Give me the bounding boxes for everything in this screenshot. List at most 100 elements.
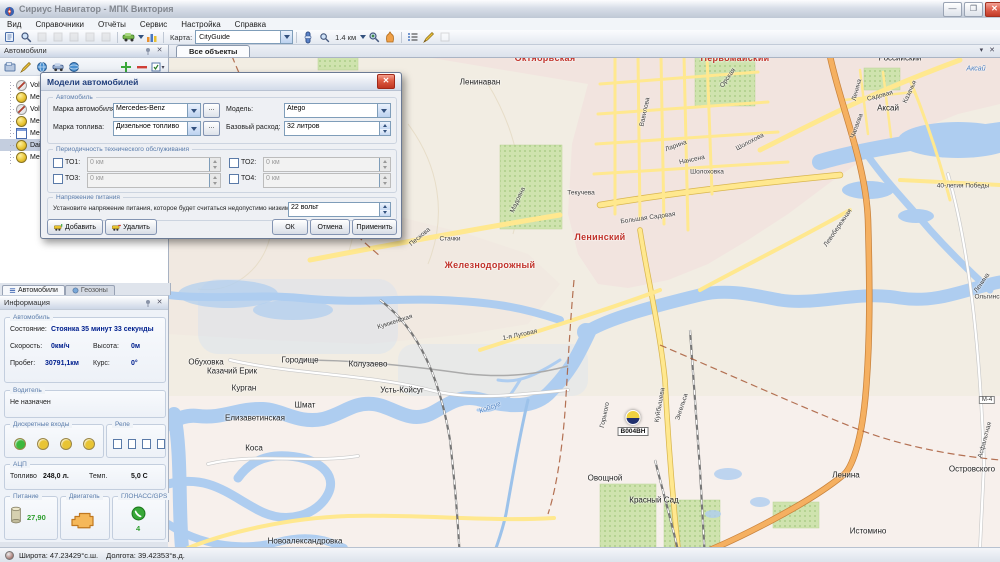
pan-hand-icon[interactable] [383,31,397,43]
edit-pencil-icon[interactable] [422,31,436,43]
close-button[interactable]: ✕ [985,2,1000,17]
zoom-scale-arrow-icon[interactable] [360,35,366,39]
to3-label: ТО3: [65,175,80,182]
brand-arrow-icon[interactable] [187,104,200,117]
map-label: Мадояна [509,186,527,214]
model-value: Atego [285,104,377,117]
vehicle-marker[interactable]: В004ВН [618,410,649,436]
map-label: Колузаево [349,360,388,369]
power-group: Питание 27,90 [4,496,58,540]
brand-browse-button[interactable]: ... [203,103,220,118]
apply-button[interactable]: Применить [352,219,397,235]
temp-value: 5,0 C [131,473,148,480]
map-label: Новоалександровка [268,537,343,546]
map-select-arrow-icon[interactable] [280,31,292,43]
dialog-close-icon[interactable]: ✕ [377,74,395,89]
to3-checkbox[interactable] [53,174,63,184]
map-label: Ольгинская [974,294,1000,301]
map-select[interactable]: CityGuide [195,30,293,44]
filter-checkbox-icon[interactable] [151,61,165,73]
brand-select[interactable]: Mercedes-Benz [113,103,201,118]
relay-checkbox[interactable] [113,439,122,449]
map-label: Левобережная [822,208,853,248]
cancel-button[interactable]: Отмена [310,219,350,235]
menu-item-5[interactable]: Справка [228,20,273,29]
menu-item-3[interactable]: Сервис [133,20,174,29]
model-arrow-icon[interactable] [377,104,390,117]
remove-vehicle-icon[interactable] [135,61,149,73]
map-label: Нансена [679,154,706,166]
vehicle-menu-icon[interactable] [122,31,136,43]
info-panel: Информация ✕ Автомобиль Состояние: Стоян… [0,295,169,542]
tab-geozones[interactable]: Геозоны [65,285,115,295]
car-models-dialog: Модели автомобилей ✕ Автомобиль Марка ав… [40,72,402,239]
to4-checkbox[interactable] [229,174,239,184]
map-label: Усть-Койсуг [380,386,424,395]
globe-icon[interactable] [35,61,49,73]
minimize-button[interactable]: — [943,2,962,17]
to1-value: 0 км [88,158,209,171]
to1-checkbox[interactable] [53,158,63,168]
zoom-in-icon[interactable] [367,31,381,43]
add-button[interactable]: Добавить [47,219,103,235]
scale-slider-icon[interactable] [301,31,315,43]
refresh-icon[interactable] [3,31,17,43]
info-close-icon[interactable]: ✕ [155,298,164,307]
edit-brush-icon[interactable] [19,61,33,73]
map-label: Курган [232,384,257,393]
to2-checkbox[interactable] [229,158,239,168]
vehicle-card-icon[interactable] [3,61,17,73]
ok-button[interactable]: ОК [272,219,308,235]
menu-item-2[interactable]: Отчёты [91,20,133,29]
info-panel-title: Информация [4,298,50,307]
to4-value: 0 км [264,174,379,187]
menu-item-0[interactable]: Вид [0,20,28,29]
fuel-select[interactable]: Дизельное топливо [113,121,201,136]
engine-group: Двигатель [60,496,110,540]
map-label: Казачий Ерик [207,367,257,376]
chart-icon[interactable] [145,31,159,43]
map-label: Ленина [832,471,859,480]
pin-icon[interactable] [143,46,152,55]
gps-group: ГЛОНАСС/GPS 4 [112,496,166,540]
geozone-tab-icon [72,287,79,294]
map-select-value: CityGuide [196,34,280,41]
spin-down-icon[interactable] [380,129,390,136]
disabled-select-icon [438,31,452,43]
tab-all-objects[interactable]: Все объекты [176,45,250,57]
menu-item-4[interactable]: Настройка [174,20,227,29]
list-view-icon[interactable] [406,31,420,43]
voltage-spinner[interactable]: 22 вольт [288,202,391,217]
consumption-spinner[interactable]: 32 литров [284,121,391,136]
add-vehicle-icon[interactable] [119,61,133,73]
adc-caption: АЦП [10,461,30,468]
cancel-button-label: Отмена [317,224,342,231]
relay-row [107,425,165,449]
panel-close-icon[interactable]: ✕ [155,46,164,55]
relay-checkbox[interactable] [157,439,166,449]
gps-caption: ГЛОНАСС/GPS [118,493,170,500]
relay-checkbox[interactable] [142,439,151,449]
truck-icon[interactable] [51,61,65,73]
relay-checkbox[interactable] [128,439,137,449]
maximize-button[interactable]: ❐ [964,2,983,17]
map-panel-close-icon[interactable]: ✕ [989,46,995,54]
search-icon[interactable] [19,31,33,43]
fuel-browse-button[interactable]: ... [203,121,220,136]
zoom-scale-icon[interactable] [317,31,331,43]
status-dot-icon [5,551,14,560]
dialog-titlebar[interactable]: Модели автомобилей ✕ [41,73,401,91]
map-panel-menu-icon[interactable]: ▾ [980,46,984,54]
voltage-down-icon[interactable] [380,210,390,217]
fuel-arrow-icon[interactable] [187,122,200,135]
info-pin-icon[interactable] [143,298,152,307]
vehicle-menu-arrow-icon[interactable] [138,35,144,39]
map-label: Железнодорожный [445,260,536,270]
delete-button[interactable]: Удалить [105,219,157,235]
menu-item-1[interactable]: Справочники [28,20,90,29]
model-select[interactable]: Atego [284,103,391,118]
zoom-scale-value[interactable]: 1.4 км [335,33,356,42]
map-label: Койсуг [478,401,501,415]
tab-vehicles[interactable]: Автомобили [2,285,65,295]
globe2-icon[interactable] [67,61,81,73]
